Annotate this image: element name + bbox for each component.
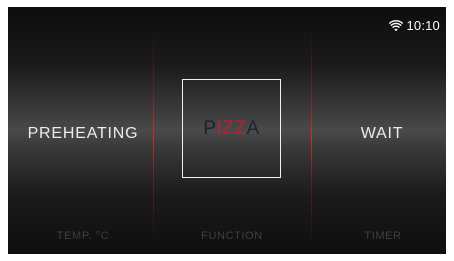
- function-name: P I Z Z A: [203, 118, 259, 140]
- preheating-zone[interactable]: [8, 47, 153, 247]
- function-letter: P: [203, 117, 217, 139]
- left-divider: [153, 27, 154, 247]
- function-selector-box[interactable]: P I Z Z A: [182, 79, 281, 178]
- function-caption: FUNCTION: [201, 230, 263, 242]
- timer-caption: TIMER: [364, 230, 402, 242]
- wifi-icon: [389, 19, 404, 32]
- clock-time: 10:10: [406, 18, 440, 33]
- oven-display-screen: 10:10 PREHEATING P I Z Z A WAIT TEMP. °C…: [8, 7, 446, 254]
- wait-zone[interactable]: [312, 47, 446, 247]
- function-letter: A: [246, 117, 260, 139]
- function-letter: Z: [222, 117, 235, 139]
- preheating-label: PREHEATING: [27, 125, 139, 142]
- function-letter: Z: [234, 117, 247, 139]
- wait-label: WAIT: [360, 125, 404, 142]
- status-bar: 10:10: [389, 18, 440, 33]
- temp-caption: TEMP. °C: [56, 230, 110, 242]
